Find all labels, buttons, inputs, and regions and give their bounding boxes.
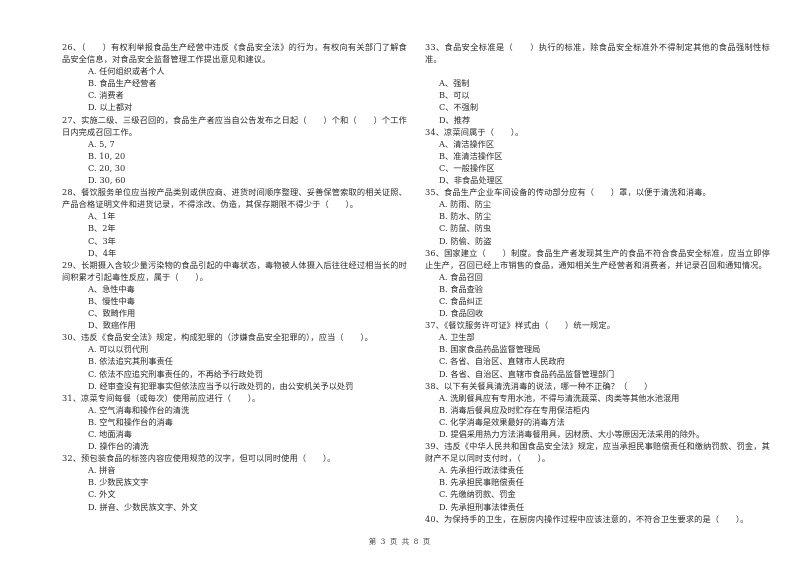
option-c: C. 地面消毒 [88, 429, 132, 439]
option-d: D. 经审查没有犯罪事实但依法应当予以行政处罚的，由公安机关予以处罚 [88, 380, 354, 391]
option-a: A. 卫生部 [439, 332, 475, 343]
option-a: A. 5, 7 [88, 138, 115, 149]
option-d: D. 食品回收 [439, 308, 484, 319]
option-c: C. 消费者 [88, 90, 124, 101]
question-stem: 34、凉菜间属于（ ）。 [425, 126, 524, 137]
question-32: 32、预包装食品的标签内容应使用规范的汉字，但可以同时使用（ ）。 A. 拼音 … [62, 452, 407, 512]
option-d: D、非食品处理区 [439, 175, 503, 186]
option-c: C. 先缴纳罚款、罚金 [439, 489, 516, 500]
option-c: C、不强制 [439, 102, 479, 113]
question-stem: 27、实施二级、三级召回的，食品生产者应当自公告发布之日起（ ）个和（ ）个工作… [62, 114, 407, 137]
right-column: 33、食品安全标准是（ ）执行的标准，除食品安全标准外不得制定其他的食品强制性标… [425, 41, 770, 525]
option-d: D. 操作台的清洗 [88, 441, 149, 452]
option-d: D. 以上都对 [88, 102, 133, 113]
option-a: A. 任何组织或者个人 [88, 66, 165, 77]
option-b: B. 空气和操作台的消毒 [88, 416, 173, 427]
option-d: D、推荐 [439, 114, 471, 125]
option-a: A. 防雨、防尘 [439, 199, 492, 210]
question-stem: 26、（ ）有权利举报食品生产经营中违反《食品安全法》的行为，有权向有关部门了解… [62, 42, 407, 65]
question-34: 34、凉菜间属于（ ）。 A、清洁操作区 B、准清洁操作区 C、一般操作区 D、… [425, 126, 770, 186]
question-36: 36、国家建立（ ）制度。食品生产者发现其生产的食品不符合食品安全标准，应当立即… [425, 247, 770, 320]
option-a: A、1年 [88, 211, 116, 222]
question-35: 35、食品生产企业车间设备的传动部分应有（ ）罩，以便于清洗和消毒。 A. 防雨… [425, 186, 770, 246]
option-c: C. 食品纠正 [439, 295, 483, 306]
option-b: B、可以 [439, 90, 470, 101]
page-footer: 第 3 页 共 8 页 [368, 537, 432, 546]
option-a: A. 空气消毒和操作台的清洗 [88, 404, 190, 415]
question-40: 40、为保持手的卫生，在厨房内操作过程中应该注意的，不符合卫生要求的是（ ）。 [425, 513, 770, 525]
question-28: 28、餐饮服务单位应当按产品类别或供应商、进货时间顺序整理、妥善保管索取的相关证… [62, 186, 407, 259]
question-stem: 30、违反《食品安全法》规定，构成犯罪的（涉嫌食品安全犯罪的），应当（ ）。 [62, 332, 374, 343]
option-c: C、一般操作区 [439, 162, 495, 173]
question-37: 37、《餐饮服务许可证》样式由（ ）统一规定。 A. 卫生部 B. 国家食品药品… [425, 319, 770, 379]
option-b: B. 消毒后餐具应及时贮存在专用保洁柜内 [439, 404, 590, 415]
option-c: C. 化学消毒是效果最好的消毒方法 [439, 416, 565, 427]
option-a: A. 可以以罚代刑 [88, 344, 149, 355]
option-d: D. 防偷、防盗 [439, 235, 492, 246]
option-d: D. 30, 60 [88, 175, 126, 186]
question-27: 27、实施二级、三级召回的，食品生产者应当自公告发布之日起（ ）个和（ ）个工作… [62, 114, 407, 187]
question-stem: 37、《餐饮服务许可证》样式由（ ）统一规定。 [425, 320, 616, 331]
option-d: D. 各省、自治区、直辖市食品药品监督管理部门 [439, 368, 615, 379]
question-33: 33、食品安全标准是（ ）执行的标准，除食品安全标准外不得制定其他的食品强制性标… [425, 41, 770, 126]
option-b: B、准清洁操作区 [439, 150, 503, 161]
question-31: 31、凉菜专间每餐（或每次）使用前应进行（ ）。 A. 空气消毒和操作台的清洗 … [62, 392, 407, 452]
question-stem: 39、违反《中华人民共和国食品安全法》规定，应当承担民事赔偿责任和缴纳罚款、罚金… [425, 441, 770, 464]
option-b: B、慢性中毒 [88, 295, 135, 306]
option-a: A. 拼音 [88, 465, 116, 476]
option-d: D、4年 [88, 247, 117, 258]
question-stem: 36、国家建立（ ）制度。食品生产者发现其生产的食品不符合食品安全标准，应当立即… [425, 247, 770, 270]
option-b: B. 依法追究其刑事责任 [88, 356, 173, 367]
question-38: 38、以下有关餐具清洗消毒的说法，哪一种不正确？（ ） A. 洗刷餐具应有专用水… [425, 380, 770, 440]
option-c: C. 依法不应追究刑事责任的，不再给予行政处罚 [88, 368, 263, 379]
question-stem: 32、预包装食品的标签内容应使用规范的汉字，但可以同时使用（ ）。 [62, 453, 336, 464]
option-c: C、3年 [88, 235, 116, 246]
option-d: D. 提倡采用热力方法消毒餐用具，因材质、大小等原因无法采用的除外。 [439, 429, 705, 439]
left-column: 26、（ ）有权利举报食品生产经营中违反《食品安全法》的行为，有权向有关部门了解… [62, 41, 407, 513]
option-a: A、清洁操作区 [439, 138, 495, 149]
question-stem: 33、食品安全标准是（ ）执行的标准，除食品安全标准外不得制定其他的食品强制性标… [425, 42, 770, 65]
option-d: D、致癌作用 [88, 320, 136, 331]
question-stem: 31、凉菜专间每餐（或每次）使用前应进行（ ）。 [62, 392, 261, 403]
option-b: B. 食品生产经营者 [88, 78, 157, 89]
option-a: A. 食品召回 [439, 271, 483, 282]
option-d: D. 拼音、少数民族文字、外文 [88, 501, 198, 512]
question-26: 26、（ ）有权利举报食品生产经营中违反《食品安全法》的行为，有权向有关部门了解… [62, 41, 407, 114]
option-a: A、强制 [439, 78, 470, 89]
option-b: B. 国家食品药品监督管理局 [439, 344, 541, 355]
option-b: B. 先承担民事赔偿责任 [439, 477, 524, 488]
question-stem: 35、食品生产企业车间设备的传动部分应有（ ）罩，以便于清洗和消毒。 [425, 187, 711, 198]
option-a: A、急性中毒 [88, 283, 135, 294]
option-b: B. 10, 20 [88, 150, 126, 161]
option-d: D. 先承担刑事法律责任 [439, 501, 525, 512]
question-29: 29、长期摄入含较少量污染物的食品引起的中毒状态，毒物被人体摄入后往往经过相当长… [62, 259, 407, 332]
option-b: B. 食品查验 [439, 283, 483, 294]
option-c: C. 20, 30 [88, 162, 126, 173]
option-c: C. 防鼠、防虫 [439, 223, 492, 234]
option-a: A. 洗刷餐具应有专用水池，不得与清洗蔬菜、肉类等其他水池混用 [439, 392, 680, 403]
option-a: A. 先承担行政法律责任 [439, 465, 524, 476]
option-b: B. 少数民族文字 [88, 477, 149, 488]
option-b: B、2年 [88, 223, 116, 234]
option-c: C. 各省、自治区、直辖市人民政府 [439, 356, 565, 367]
option-b: B. 防水、防尘 [439, 211, 492, 222]
question-stem: 38、以下有关餐具清洗消毒的说法，哪一种不正确？（ ） [425, 380, 653, 391]
question-39: 39、违反《中华人民共和国食品安全法》规定，应当承担民事赔偿责任和缴纳罚款、罚金… [425, 440, 770, 513]
question-stem: 29、长期摄入含较少量污染物的食品引起的中毒状态，毒物被人体摄入后往往经过相当长… [62, 259, 407, 282]
question-stem: 28、餐饮服务单位应当按产品类别或供应商、进货时间顺序整理、妥善保管索取的相关证… [62, 187, 407, 210]
question-30: 30、违反《食品安全法》规定，构成犯罪的（涉嫌食品安全犯罪的），应当（ ）。 A… [62, 331, 407, 391]
option-c: C. 外文 [88, 489, 116, 500]
question-stem: 40、为保持手的卫生，在厨房内操作过程中应该注意的，不符合卫生要求的是（ ）。 [425, 513, 749, 524]
option-c: C、致畸作用 [88, 308, 136, 319]
